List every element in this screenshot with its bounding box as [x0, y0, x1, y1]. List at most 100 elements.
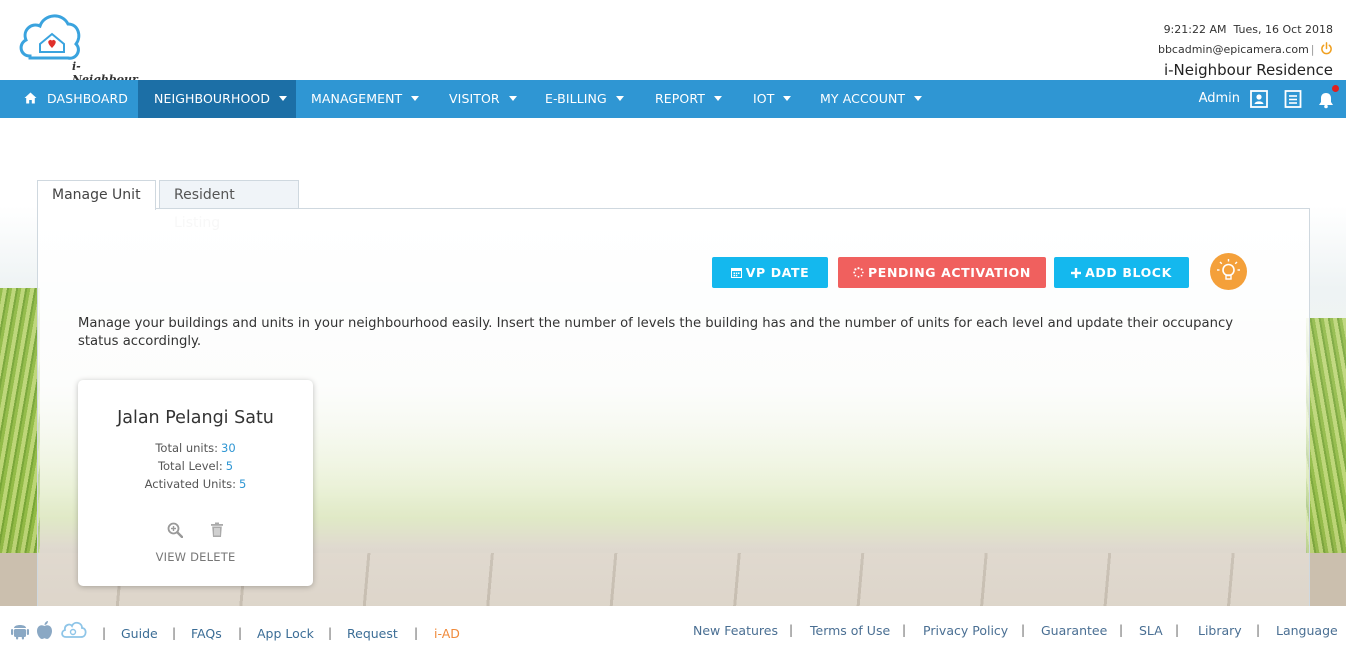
- nav-iot[interactable]: IOT: [753, 80, 792, 118]
- grass-left-decoration: [0, 288, 40, 588]
- nav-management[interactable]: MANAGEMENT: [311, 80, 420, 118]
- tab-manage-unit[interactable]: Manage Unit: [37, 180, 156, 210]
- block-card: Jalan Pelangi Satu Total units: 30 Total …: [78, 380, 313, 586]
- nav-neighbourhood-label: NEIGHBOURHOOD: [154, 91, 271, 106]
- nav-e-billing[interactable]: E-BILLING: [545, 80, 624, 118]
- document-list-icon[interactable]: [1283, 89, 1303, 109]
- footer-link-library[interactable]: Library: [1198, 623, 1242, 638]
- notification-button[interactable]: [1316, 85, 1339, 109]
- nav-report-label: REPORT: [655, 91, 705, 106]
- block-action-icons: [78, 522, 313, 542]
- footer-separator: |: [238, 626, 243, 640]
- calendar-icon: [730, 268, 742, 278]
- footer-link-new-features[interactable]: New Features: [693, 623, 778, 638]
- footer-link-guarantee[interactable]: Guarantee: [1041, 623, 1107, 638]
- header-info: 9:21:22 AM Tues, 16 Oct 2018 bbcadmin@ep…: [1158, 22, 1333, 80]
- add-block-label: ADD BLOCK: [1085, 265, 1172, 280]
- pending-activation-button[interactable]: PENDING ACTIVATION: [838, 257, 1046, 288]
- footer-separator: |: [172, 626, 177, 640]
- main-nav: DASHBOARD NEIGHBOURHOOD MANAGEMENT VISIT…: [0, 80, 1346, 118]
- chevron-down-icon: [615, 96, 624, 101]
- chevron-down-icon: [411, 96, 420, 101]
- chevron-down-icon: [914, 96, 923, 101]
- block-name: Jalan Pelangi Satu: [117, 408, 274, 428]
- page-description: Manage your buildings and units in your …: [78, 316, 1234, 349]
- tips-button[interactable]: [1210, 253, 1247, 290]
- nav-iot-label: IOT: [753, 91, 775, 106]
- vp-date-label: VP DATE: [745, 265, 810, 280]
- lightbulb-icon: [1217, 259, 1240, 280]
- activated-units-label: Activated Units:: [144, 477, 237, 491]
- header-email[interactable]: bbcadmin@epicamera.com: [1158, 43, 1309, 56]
- footer-separator: |: [1175, 623, 1180, 637]
- footer-link-app-lock[interactable]: App Lock: [257, 626, 314, 641]
- nav-neighbourhood[interactable]: NEIGHBOURHOOD: [138, 80, 296, 118]
- footer-link-i-ad[interactable]: i-AD: [434, 626, 460, 641]
- footer-separator: |: [1256, 623, 1261, 637]
- apple-icon[interactable]: [35, 620, 54, 640]
- app-header: i-Neighbour 9:21:22 AM Tues, 16 Oct 2018…: [0, 0, 1346, 86]
- trash-icon[interactable]: [210, 522, 224, 538]
- notification-bell-icon: [1319, 93, 1333, 109]
- zoom-view-icon[interactable]: [167, 522, 184, 539]
- footer-link-request[interactable]: Request: [347, 626, 398, 641]
- footer-link-privacy-policy[interactable]: Privacy Policy: [923, 623, 1008, 638]
- app-footer: | Guide | FAQs | App Lock | Request | i-…: [0, 606, 1346, 654]
- header-time: 9:21:22 AM: [1163, 23, 1227, 36]
- total-units-label: Total units:: [155, 441, 219, 455]
- footer-separator: |: [1021, 623, 1026, 637]
- footer-link-faqs[interactable]: FAQs: [191, 626, 222, 641]
- block-action-labels: VIEW DELETE: [78, 550, 313, 564]
- footer-separator: |: [414, 626, 419, 640]
- nav-dashboard[interactable]: DASHBOARD: [12, 80, 140, 118]
- nav-dashboard-label: DASHBOARD: [47, 91, 129, 106]
- vp-date-button[interactable]: VP DATE: [712, 257, 828, 288]
- spinner-icon: [853, 267, 864, 278]
- nav-my-account-label: MY ACCOUNT: [820, 91, 906, 106]
- footer-separator: |: [328, 626, 333, 640]
- delete-block-button[interactable]: DELETE: [190, 550, 235, 564]
- total-level-line: Total Level: 5: [78, 459, 313, 473]
- add-block-button[interactable]: ADD BLOCK: [1054, 257, 1189, 288]
- total-level-value: 5: [225, 459, 234, 473]
- header-date: Tues, 16 Oct 2018: [1233, 23, 1333, 36]
- nav-visitor-label: VISITOR: [449, 91, 500, 106]
- chevron-down-icon: [713, 96, 722, 101]
- admin-user-label[interactable]: Admin: [1199, 80, 1240, 118]
- power-logout-icon[interactable]: [1320, 42, 1333, 55]
- header-datetime: 9:21:22 AM Tues, 16 Oct 2018: [1158, 22, 1333, 38]
- view-block-button[interactable]: VIEW: [156, 550, 187, 564]
- android-icon[interactable]: [10, 620, 30, 640]
- notification-dot: [1332, 85, 1339, 92]
- contact-card-icon[interactable]: [1249, 89, 1269, 109]
- chevron-down-icon: [279, 96, 288, 101]
- total-units-value: 30: [221, 441, 236, 455]
- nav-visitor[interactable]: VISITOR: [449, 80, 517, 118]
- chevron-down-icon: [783, 96, 792, 101]
- footer-separator: |: [102, 626, 107, 640]
- footer-link-guide[interactable]: Guide: [121, 626, 158, 641]
- nav-e-billing-label: E-BILLING: [545, 91, 607, 106]
- footer-separator: |: [789, 623, 794, 637]
- residence-name: i-Neighbour Residence: [1163, 61, 1333, 79]
- plus-icon: [1071, 268, 1082, 278]
- nav-management-label: MANAGEMENT: [311, 91, 403, 106]
- nav-report[interactable]: REPORT: [655, 80, 722, 118]
- footer-link-terms-of-use[interactable]: Terms of Use: [810, 623, 890, 638]
- header-account-line: bbcadmin@epicamera.com |: [1158, 41, 1333, 59]
- cloud-house-logo-icon: [19, 14, 81, 60]
- i-neighbour-logo[interactable]: i-Neighbour: [16, 6, 138, 86]
- footer-link-sla[interactable]: SLA: [1139, 623, 1163, 638]
- total-units-line: Total units: 30: [78, 441, 313, 455]
- total-level-label: Total Level:: [157, 459, 223, 473]
- nav-my-account[interactable]: MY ACCOUNT: [820, 80, 923, 118]
- tab-resident-listing[interactable]: Resident Listing: [159, 180, 299, 231]
- activated-units-line: Activated Units: 5: [78, 477, 313, 491]
- activated-units-value: 5: [239, 477, 247, 491]
- header-separator: |: [1310, 43, 1315, 56]
- footer-separator: |: [1119, 623, 1124, 637]
- pending-activation-label: PENDING ACTIVATION: [868, 265, 1031, 280]
- footer-separator: |: [902, 623, 907, 637]
- cloud-app-icon[interactable]: [60, 620, 87, 640]
- footer-link-language[interactable]: Language: [1276, 623, 1338, 638]
